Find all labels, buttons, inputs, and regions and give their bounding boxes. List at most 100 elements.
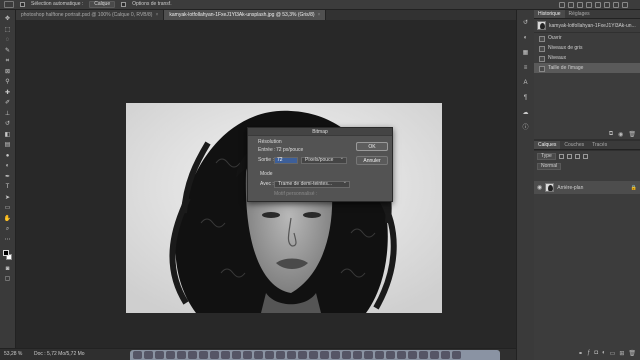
healing-icon[interactable]: ✚ <box>4 90 11 97</box>
trash-icon[interactable]: 🗑 <box>628 131 636 138</box>
align-center-icon[interactable] <box>568 1 574 8</box>
filter-type-icon[interactable] <box>574 153 580 159</box>
distribute-icon[interactable] <box>613 1 619 8</box>
type-icon[interactable]: T <box>4 184 11 191</box>
tab-channels[interactable]: Couches <box>560 141 588 149</box>
zoom-level[interactable]: 53,28 % <box>4 351 22 358</box>
3d-mode-icon[interactable] <box>622 1 628 8</box>
move-icon[interactable]: ✥ <box>4 16 11 23</box>
output-resolution-field[interactable]: 72 <box>274 157 298 164</box>
dock-app-icon[interactable] <box>375 351 384 359</box>
history-item-image-size[interactable]: Taille de l'image <box>534 63 640 73</box>
camera-icon[interactable]: ◉ <box>618 131 623 138</box>
dock-app-icon[interactable] <box>441 351 450 359</box>
new-document-icon[interactable]: ⧉ <box>609 131 613 138</box>
dock-app-icon[interactable] <box>430 351 439 359</box>
tab-layers[interactable]: Calques <box>534 141 561 149</box>
align-bottom-icon[interactable] <box>604 1 610 8</box>
dock-app-icon[interactable] <box>452 351 461 359</box>
mask-icon[interactable]: ◘ <box>594 350 598 358</box>
auto-select-checkbox[interactable] <box>20 2 25 7</box>
dock-app-icon[interactable] <box>353 351 362 359</box>
lasso-icon[interactable]: ◌ <box>4 37 11 44</box>
dock-app-icon[interactable] <box>419 351 428 359</box>
tab-history[interactable]: Historique <box>534 10 565 18</box>
new-layer-icon[interactable]: ⊞ <box>619 350 624 358</box>
close-icon[interactable]: × <box>155 12 158 18</box>
color-swatches[interactable] <box>2 250 13 262</box>
quick-select-icon[interactable]: ✎ <box>4 48 11 55</box>
history-snapshot[interactable]: kamyak-lotfollahyan-1FxeJ1Yl3Ak-un... <box>534 19 640 33</box>
dock-app-icon[interactable] <box>276 351 285 359</box>
dock-app-icon[interactable] <box>265 351 274 359</box>
crop-icon[interactable]: ⌗ <box>4 58 11 65</box>
dock-app-icon[interactable] <box>298 351 307 359</box>
dock-app-icon[interactable] <box>320 351 329 359</box>
filter-adjustment-icon[interactable] <box>566 153 572 159</box>
hand-icon[interactable]: ✋ <box>4 216 11 223</box>
history-item-open[interactable]: Ouvrir <box>534 33 640 43</box>
dock-app-icon[interactable] <box>144 351 153 359</box>
dock-app-icon[interactable] <box>243 351 252 359</box>
auto-select-dropdown[interactable]: Calque <box>89 1 116 8</box>
quick-mask-icon[interactable]: ◙ <box>4 266 11 273</box>
zoom-icon[interactable]: ⌕ <box>4 226 11 233</box>
brush-icon[interactable]: ✐ <box>4 100 11 107</box>
shape-icon[interactable]: ▭ <box>4 205 11 212</box>
dock-app-icon[interactable] <box>342 351 351 359</box>
output-unit-dropdown[interactable]: Pixels/pouce <box>301 156 347 164</box>
history-panel-icon[interactable]: ↺ <box>522 20 529 27</box>
dock-app-icon[interactable] <box>309 351 318 359</box>
foreground-color[interactable] <box>2 250 9 256</box>
eyedropper-icon[interactable]: ⚲ <box>4 79 11 86</box>
filter-pixel-icon[interactable] <box>558 153 564 159</box>
tab-adjustments[interactable]: Réglages <box>565 10 594 18</box>
trash-icon[interactable]: 🗑 <box>628 350 636 358</box>
dock-app-icon[interactable] <box>386 351 395 359</box>
tab-paths[interactable]: Tracés <box>588 141 611 149</box>
eye-icon[interactable]: ◉ <box>537 184 542 191</box>
history-item-levels[interactable]: Niveaux <box>534 53 640 63</box>
dock-app-icon[interactable] <box>408 351 417 359</box>
dock-app-icon[interactable] <box>155 351 164 359</box>
fx-icon[interactable]: ƒ <box>587 350 590 358</box>
blur-icon[interactable]: ● <box>4 153 11 160</box>
paragraph-panel-icon[interactable]: ¶ <box>522 95 529 102</box>
info-panel-icon[interactable]: ⓘ <box>522 125 529 132</box>
dock-app-icon[interactable] <box>166 351 175 359</box>
history-brush-icon[interactable]: ↺ <box>4 121 11 128</box>
filter-shape-icon[interactable] <box>582 153 588 159</box>
ok-button[interactable]: OK <box>356 142 388 151</box>
dock-app-icon[interactable] <box>188 351 197 359</box>
dock-app-icon[interactable] <box>221 351 230 359</box>
dock-app-icon[interactable] <box>232 351 241 359</box>
properties-panel-icon[interactable]: ≡ <box>522 65 529 72</box>
tab-document-1[interactable]: photoshop halftone portrait.psd @ 100% (… <box>16 10 165 20</box>
frame-icon[interactable]: ⊠ <box>4 69 11 76</box>
align-left-icon[interactable] <box>559 1 565 8</box>
group-icon[interactable]: ▭ <box>610 350 616 358</box>
blend-mode-dropdown[interactable]: Normal <box>537 162 562 170</box>
history-item-grayscale[interactable]: Niveaux de gris <box>534 43 640 53</box>
marquee-icon[interactable]: ⬚ <box>4 27 11 34</box>
more-tools-icon[interactable]: ⋯ <box>4 237 11 244</box>
screen-mode-icon[interactable]: ▢ <box>4 276 11 283</box>
dock-app-icon[interactable] <box>199 351 208 359</box>
swatches-panel-icon[interactable]: ▦ <box>522 50 529 57</box>
pen-icon[interactable]: ✒ <box>4 174 11 181</box>
cancel-button[interactable]: Annuler <box>356 156 388 165</box>
align-right-icon[interactable] <box>577 1 583 8</box>
dock-app-icon[interactable] <box>210 351 219 359</box>
filter-kind-dropdown[interactable]: Type <box>537 152 556 160</box>
dock-app-icon[interactable] <box>364 351 373 359</box>
eraser-icon[interactable]: ◧ <box>4 132 11 139</box>
tab-document-2[interactable]: kamyak-lotfollahyan-1FxeJ1Yl3Ak-unsplash… <box>164 10 327 20</box>
dock-app-icon[interactable] <box>397 351 406 359</box>
dock-app-icon[interactable] <box>177 351 186 359</box>
dock-app-icon[interactable] <box>287 351 296 359</box>
move-tool-icon[interactable] <box>4 1 14 8</box>
adjustments-panel-icon[interactable]: ◐ <box>522 35 529 42</box>
dodge-icon[interactable]: ◐ <box>4 163 11 170</box>
dock-app-icon[interactable] <box>331 351 340 359</box>
method-dropdown[interactable]: Trame de demi-teintes... <box>274 180 350 188</box>
